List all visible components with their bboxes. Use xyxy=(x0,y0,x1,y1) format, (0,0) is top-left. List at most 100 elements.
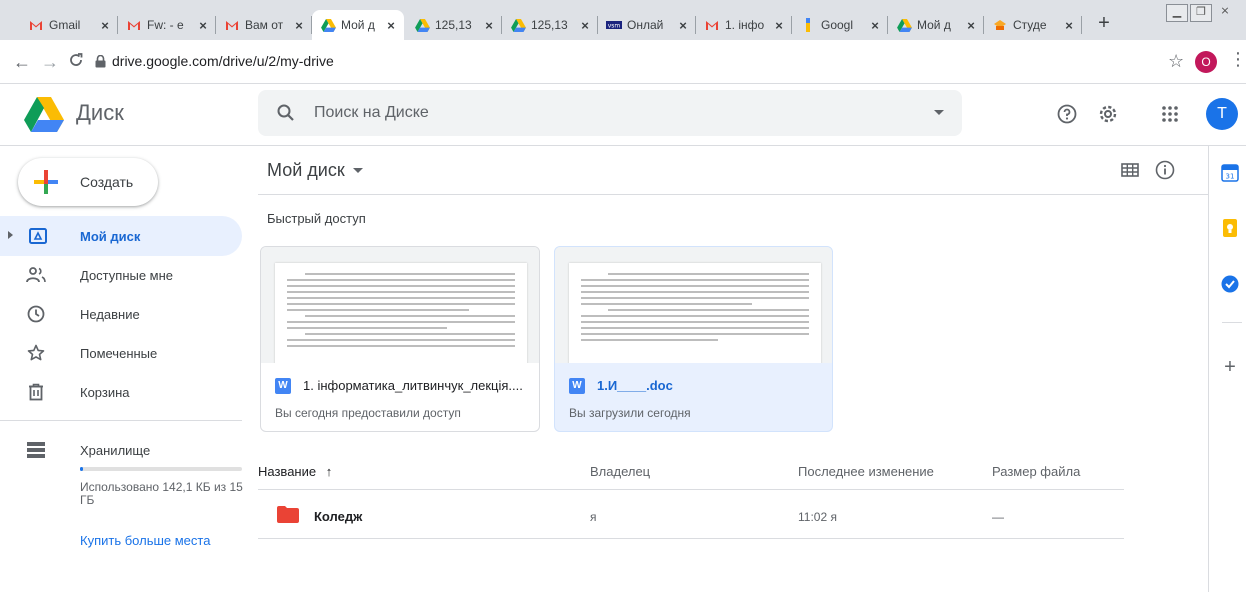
document-preview xyxy=(275,263,527,363)
column-header-owner[interactable]: Владелец xyxy=(590,464,650,479)
tab-close-icon[interactable]: × xyxy=(868,18,882,33)
info-icon[interactable] xyxy=(1151,156,1179,184)
tab-close-icon[interactable]: × xyxy=(292,18,306,33)
grid-view-icon[interactable] xyxy=(1116,156,1144,184)
browser-menu-icon[interactable]: ⋮ xyxy=(1229,49,1246,70)
column-header-name[interactable]: Название ↑ xyxy=(258,464,332,479)
google-icon xyxy=(800,17,816,33)
tab-close-icon[interactable]: × xyxy=(578,18,592,33)
tab-title: Gmail xyxy=(49,18,81,32)
tab-title: Онлай xyxy=(627,18,664,32)
search-icon[interactable] xyxy=(276,103,296,128)
document-preview xyxy=(569,263,821,363)
sidebar-item-shared-with-me[interactable]: Доступные мне xyxy=(0,255,242,295)
browser-tab[interactable]: Fw: - e × xyxy=(118,10,216,40)
minimize-button[interactable]: ▁ xyxy=(1166,4,1188,22)
sidebar-item-recent[interactable]: Недавние xyxy=(0,294,242,334)
reload-button[interactable] xyxy=(66,52,86,72)
sidebar-item-storage[interactable]: Хранилище xyxy=(0,430,242,470)
drive-icon xyxy=(896,17,912,33)
browser-tab[interactable]: Вам от × xyxy=(216,10,312,40)
tab-close-icon[interactable]: × xyxy=(196,18,210,33)
restore-button[interactable]: ❐ xyxy=(1190,4,1212,22)
browser-tab[interactable]: 125,13 × xyxy=(406,10,502,40)
new-tab-button[interactable]: + xyxy=(1092,12,1116,35)
settings-gear-icon[interactable] xyxy=(1094,100,1122,128)
tab-title: Студе xyxy=(1013,18,1047,32)
search-box[interactable] xyxy=(258,90,962,136)
folder-icon xyxy=(277,506,299,528)
browser-tab-active[interactable]: Мой д × xyxy=(312,10,404,40)
calendar-icon[interactable]: 31 xyxy=(1220,163,1240,183)
browser-tab[interactable]: Студе × xyxy=(984,10,1082,40)
document-thumbnail xyxy=(261,247,539,363)
size-cell: — xyxy=(992,510,1004,524)
column-header-size[interactable]: Размер файла xyxy=(992,464,1080,479)
page-title: Мой диск xyxy=(267,160,345,180)
browser-tab[interactable]: Googl × xyxy=(792,10,888,40)
sidebar-item-label: Помеченные xyxy=(80,346,158,361)
tab-close-icon[interactable]: × xyxy=(964,18,978,33)
account-avatar[interactable]: T xyxy=(1206,98,1238,130)
back-button[interactable]: ← xyxy=(12,52,32,72)
browser-tab[interactable]: 1. інфо × xyxy=(696,10,792,40)
my-drive-icon xyxy=(28,226,48,246)
add-addon-icon[interactable]: + xyxy=(1220,356,1240,378)
lock-icon[interactable] xyxy=(95,54,106,73)
file-reason: Вы сегодня предоставили доступ xyxy=(275,406,461,420)
sidebar-item-my-drive[interactable]: Мой диск xyxy=(0,216,242,256)
tab-close-icon[interactable]: × xyxy=(98,18,112,33)
search-input[interactable] xyxy=(314,102,874,124)
modified-cell: 11:02 я xyxy=(798,510,837,524)
search-options-dropdown-icon[interactable] xyxy=(934,110,944,115)
tab-title: Вам от xyxy=(245,18,284,32)
keep-icon[interactable] xyxy=(1220,218,1240,238)
create-label: Создать xyxy=(80,174,134,190)
browser-tab[interactable]: Мой д × xyxy=(888,10,984,40)
reload-icon xyxy=(70,53,83,66)
table-header-divider xyxy=(258,489,1124,490)
address-bar: ← → drive.google.com/drive/u/2/my-drive … xyxy=(0,40,1246,84)
side-panel: 31 + xyxy=(1208,146,1246,592)
sidebar-item-trash[interactable]: Корзина xyxy=(0,372,242,412)
drive-logo-icon[interactable] xyxy=(24,96,64,137)
tab-title: Googl xyxy=(821,18,854,32)
file-name: 1.И____.doc xyxy=(597,378,673,393)
browser-tab[interactable]: Gmail × xyxy=(20,10,118,40)
sidebar-item-starred[interactable]: Помеченные xyxy=(0,333,242,373)
page-title-dropdown[interactable]: Мой диск xyxy=(267,160,363,181)
quick-access-title: Быстрый доступ xyxy=(267,211,366,226)
tab-title: Мой д xyxy=(341,18,375,32)
quick-access-card[interactable]: W 1. інформатика_литвинчук_лекція.... Вы… xyxy=(260,246,540,432)
tab-title: 125,13 xyxy=(531,18,568,32)
column-header-modified[interactable]: Последнее изменение xyxy=(798,464,934,479)
help-icon[interactable] xyxy=(1053,100,1081,128)
tab-close-icon[interactable]: × xyxy=(772,18,786,33)
window-controls: ▁ ❐ ⨯ xyxy=(1164,4,1236,22)
expand-arrow-icon[interactable] xyxy=(8,231,13,239)
browser-tab[interactable]: 125,13 × xyxy=(502,10,598,40)
browser-profile-avatar[interactable]: O xyxy=(1195,51,1217,73)
word-doc-icon: W xyxy=(275,378,291,394)
close-window-button[interactable]: ⨯ xyxy=(1214,4,1236,22)
side-panel-divider xyxy=(1222,322,1242,323)
gmail-icon xyxy=(704,17,720,33)
tab-close-icon[interactable]: × xyxy=(676,18,690,33)
quick-access-card-selected[interactable]: W 1.И____.doc Вы загрузили сегодня xyxy=(554,246,833,432)
forward-button[interactable]: → xyxy=(40,52,60,72)
tab-close-icon[interactable]: × xyxy=(482,18,496,33)
tab-close-icon[interactable]: × xyxy=(384,18,398,33)
create-new-button[interactable]: Создать xyxy=(18,158,158,206)
sort-ascending-arrow-icon[interactable]: ↑ xyxy=(326,464,333,479)
storage-usage-text: Использовано 142,1 КБ из 15 ГБ xyxy=(80,480,243,507)
url-text[interactable]: drive.google.com/drive/u/2/my-drive xyxy=(112,53,334,69)
tasks-icon[interactable] xyxy=(1220,274,1240,294)
svg-text:31: 31 xyxy=(1226,173,1235,181)
buy-more-storage-link[interactable]: Купить больше места xyxy=(80,533,210,548)
file-name: Коледж xyxy=(314,509,363,524)
apps-grid-icon[interactable] xyxy=(1156,100,1184,128)
browser-tab[interactable]: vsm Онлай × xyxy=(598,10,696,40)
drive-brand-title[interactable]: Диск xyxy=(76,100,124,126)
tab-close-icon[interactable]: × xyxy=(1062,18,1076,33)
bookmark-star-icon[interactable]: ☆ xyxy=(1168,51,1184,72)
